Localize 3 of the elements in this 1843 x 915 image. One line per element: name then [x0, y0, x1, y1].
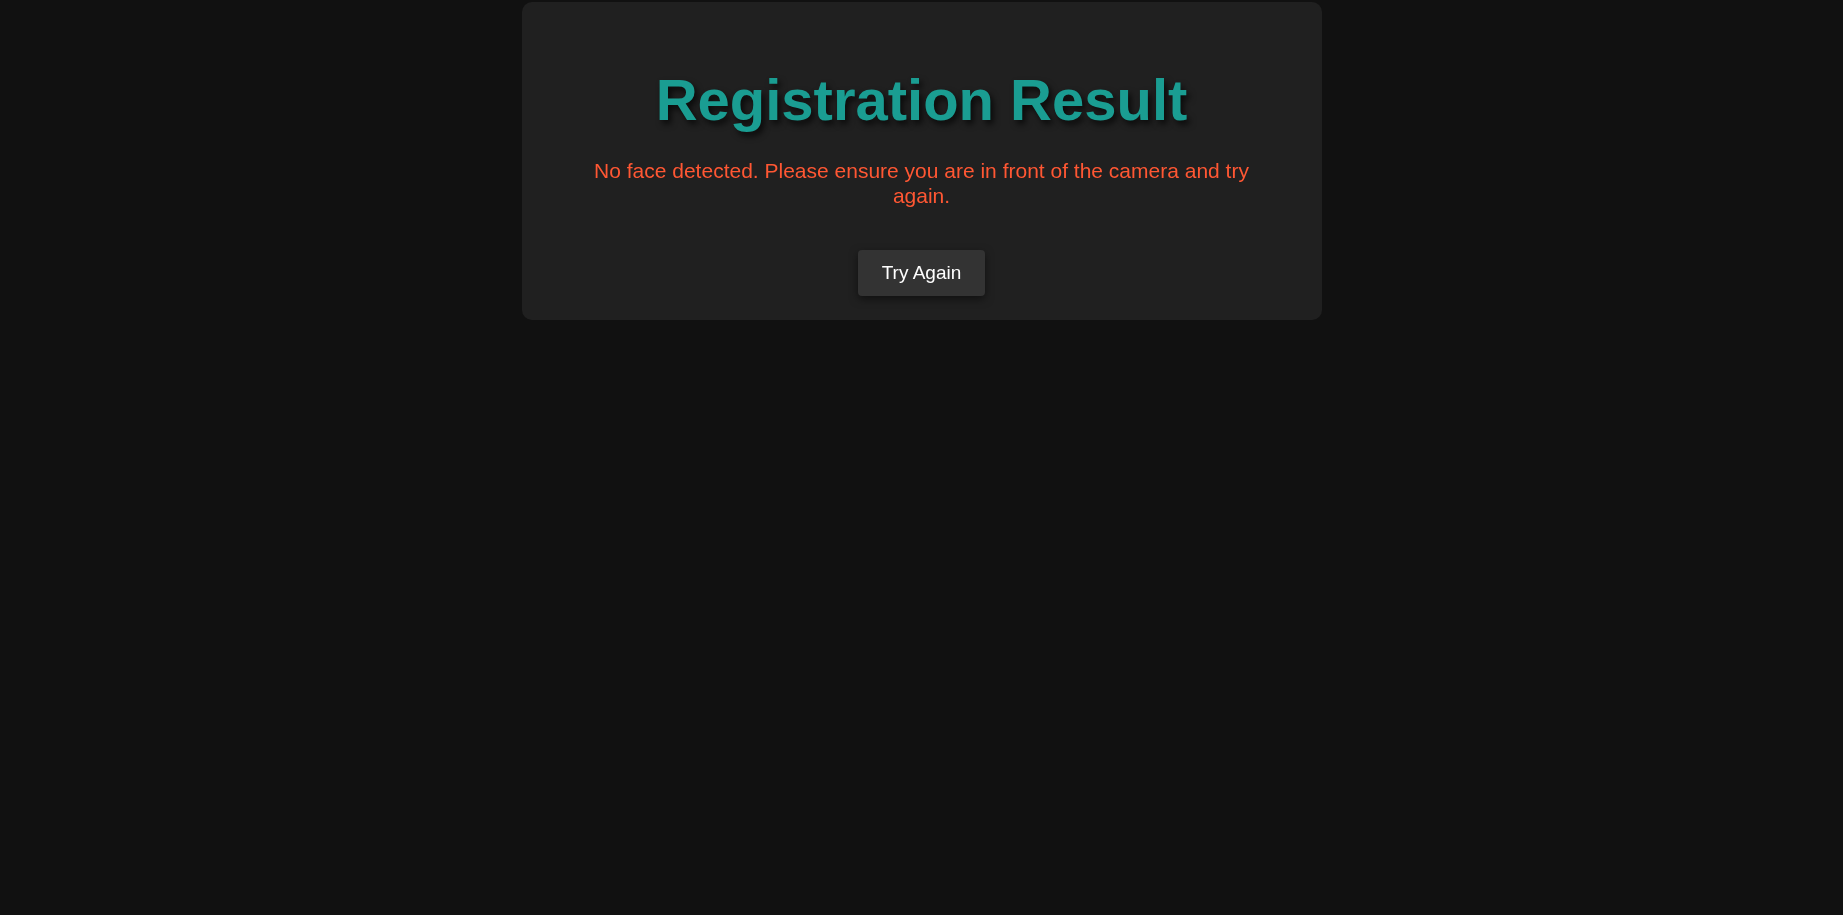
- error-message: No face detected. Please ensure you are in front of the camera and try again.: [593, 157, 1250, 209]
- page-title: Registration Result: [655, 68, 1188, 132]
- try-again-button[interactable]: Try Again: [857, 250, 986, 297]
